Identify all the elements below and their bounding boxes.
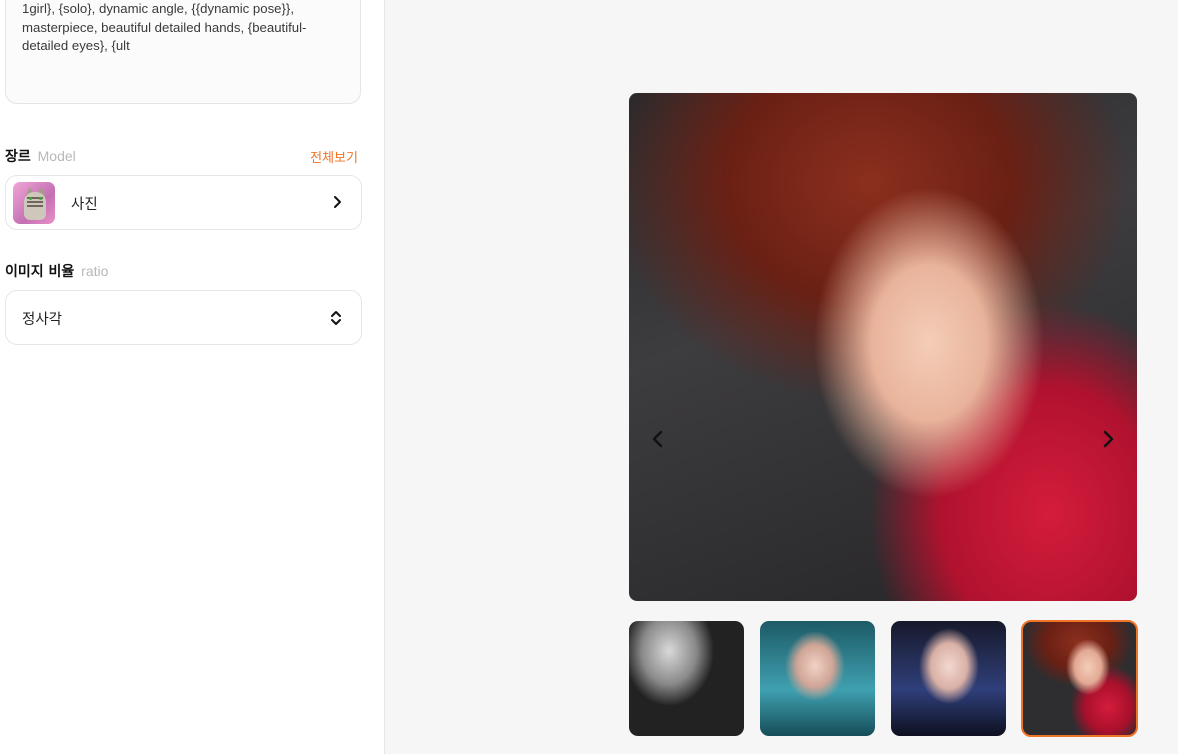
model-subtitle: Model <box>37 148 76 164</box>
preview-panel <box>385 0 1178 754</box>
chevron-up-down-icon <box>331 311 341 325</box>
settings-panel: 1girl}, {solo}, dynamic angle, {{dynamic… <box>0 0 385 754</box>
next-arrow-icon[interactable] <box>1097 428 1119 450</box>
thumbnail-4-selected[interactable] <box>1021 620 1138 737</box>
chevron-right-icon <box>334 196 341 208</box>
prompt-text[interactable]: 1girl}, {solo}, dynamic angle, {{dynamic… <box>22 0 344 56</box>
thumbnail-3[interactable] <box>891 621 1006 736</box>
model-title: 장르 <box>5 149 31 165</box>
view-all-link[interactable]: 전체보기 <box>310 147 358 166</box>
model-selected-label: 사진 <box>71 197 98 213</box>
ratio-selected-value: 정사각 <box>22 312 63 328</box>
main-preview-image <box>629 93 1137 601</box>
thumbnail-2[interactable] <box>760 621 875 736</box>
cat-thumbnail-icon <box>13 182 55 224</box>
model-selector[interactable]: 사진 <box>5 175 362 230</box>
prompt-textarea[interactable]: 1girl}, {solo}, dynamic angle, {{dynamic… <box>5 0 361 104</box>
ratio-select[interactable]: 정사각 <box>5 290 362 345</box>
ratio-subtitle: ratio <box>81 263 109 279</box>
ratio-title: 이미지 비율 <box>5 264 75 280</box>
thumbnail-1[interactable] <box>629 621 744 736</box>
ratio-section-title: 이미지 비율 ratio <box>5 261 108 281</box>
model-section-title: 장르 Model <box>5 146 76 166</box>
prev-arrow-icon[interactable] <box>647 428 669 450</box>
